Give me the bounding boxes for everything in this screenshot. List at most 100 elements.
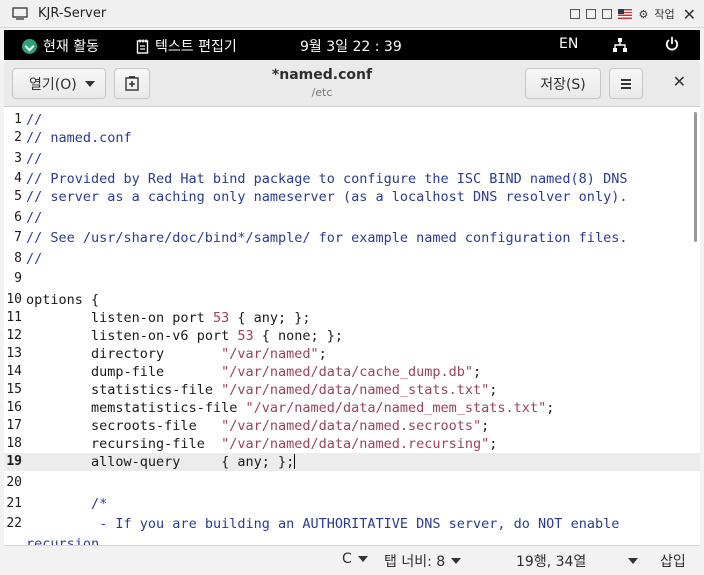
code-line[interactable]: 7 // See /usr/share/doc/bind*/sample/ for… <box>4 229 700 247</box>
code-token: listen-on-v6 port <box>26 328 238 344</box>
line-text: listen-on port 53 { any; }; <box>26 309 310 327</box>
document-title: *named.conf <box>271 67 373 83</box>
code-line[interactable]: 10 options { <box>4 291 700 309</box>
line-text: secroots-file "/var/named/data/named.sec… <box>26 417 489 435</box>
gear-icon[interactable]: ⚙ <box>638 8 648 21</box>
line-text: memstatistics-file "/var/named/data/name… <box>26 399 554 417</box>
code-line[interactable]: 4 // Provided by Red Hat bind package to … <box>4 170 700 188</box>
app-menu[interactable]: 텍스트 편집기 <box>136 36 237 56</box>
line-text: dump-file "/var/named/data/cache_dump.db… <box>26 363 481 381</box>
code-line[interactable]: 12 listen-on-v6 port 53 { none; }; <box>4 327 700 345</box>
vm-title: KJR-Server <box>38 6 107 21</box>
code-token: "/var/named/data/named.recursing" <box>221 436 490 452</box>
code-line[interactable]: 21 /* <box>4 495 700 513</box>
code-token: /* <box>26 496 108 512</box>
cursor-position[interactable]: 19행, 34열 <box>516 551 639 571</box>
keyboard-flag-icon[interactable] <box>618 9 633 19</box>
code-line[interactable]: 8 // <box>4 250 700 268</box>
code-line[interactable]: 13 directory "/var/named"; <box>4 345 700 363</box>
new-document-icon <box>125 75 139 91</box>
insert-mode[interactable]: 삽입 <box>660 551 686 571</box>
code-line[interactable]: 2 // named.conf <box>4 129 700 147</box>
close-icon[interactable]: ✕ <box>683 5 696 24</box>
line-number: 16 <box>6 400 22 415</box>
code-line[interactable]: 9 <box>4 270 700 288</box>
vm-controls: ⚙ 작업 ✕ <box>570 4 696 24</box>
code-line[interactable]: 19 allow-query { any; }; <box>4 453 700 471</box>
code-token: listen-on port <box>26 310 213 326</box>
chevron-down-icon <box>451 558 462 564</box>
headerbar: 열기(O) *named.conf /etc 저장(S) ✕ <box>4 60 700 107</box>
tab-width-label: 탭 너비: 8 <box>384 554 446 570</box>
code-token: memstatistics-file <box>26 400 246 416</box>
input-source-label: EN <box>559 36 579 52</box>
activities-icon <box>22 38 37 54</box>
code-line[interactable]: 1 // <box>4 111 700 129</box>
code-token: dump-file <box>26 364 222 380</box>
line-number: 21 <box>6 496 22 511</box>
language-selector[interactable]: C <box>342 551 368 567</box>
code-token: ; <box>489 382 498 398</box>
text-editor[interactable]: 1 // 2 // named.conf 3 // 4 // Provided by Red … <box>4 108 700 545</box>
code-line[interactable]: 3 // <box>4 150 700 168</box>
code-line[interactable]: 15 statistics-file "/var/named/data/name… <box>4 381 700 399</box>
code-token: "/var/named/data/named_stats.txt" <box>221 382 490 398</box>
line-number: 18 <box>6 436 22 451</box>
clock[interactable]: 9월 3일 22 : 39 <box>300 36 402 56</box>
scrollbar[interactable] <box>694 112 697 242</box>
save-button[interactable]: 저장(S) <box>525 68 601 99</box>
line-number: 3 <box>14 151 22 166</box>
chevron-down-icon <box>357 556 368 562</box>
code-line[interactable]: 17 secroots-file "/var/named/data/named.… <box>4 417 700 435</box>
minimize-icon[interactable] <box>586 9 597 19</box>
line-number: 11 <box>6 310 22 325</box>
insert-mode-label: 삽입 <box>660 554 686 570</box>
activities-label: 현재 활동 <box>43 39 99 55</box>
line-text: // <box>26 209 42 227</box>
line-number: 1 <box>14 112 22 127</box>
code-line[interactable]: 20 <box>4 474 700 492</box>
code-token: // <box>26 151 43 167</box>
code-line[interactable]: 22 - If you are building an AUTHORITATIV… <box>4 515 700 533</box>
code-token: "/var/named/data/cache_dump.db" <box>221 364 474 380</box>
code-token: ; <box>546 400 555 416</box>
restore-icon[interactable] <box>570 9 581 19</box>
line-number: 19 <box>6 454 22 469</box>
line-number: 4 <box>14 171 22 186</box>
tab-width-selector[interactable]: 탭 너비: 8 <box>384 551 462 571</box>
activities-button[interactable]: 현재 활동 <box>22 36 99 56</box>
line-number: 2 <box>14 130 22 145</box>
line-text: // named.conf <box>26 129 132 147</box>
document-path: /etc <box>311 86 333 99</box>
gedit-window: 열기(O) *named.conf /etc 저장(S) ✕ 1 // 2 // na… <box>4 60 700 575</box>
network-icon[interactable] <box>612 37 628 53</box>
vm-lang-label[interactable]: 작업 <box>654 6 674 22</box>
code-line[interactable]: 11 listen-on port 53 { any; }; <box>4 309 700 327</box>
new-document-button[interactable] <box>114 68 150 99</box>
line-text: // <box>26 111 42 129</box>
line-number: 10 <box>6 292 22 307</box>
code-line[interactable]: 6 // <box>4 209 700 227</box>
code-token: - If you are building an AUTHORITATIVE D… <box>26 516 620 532</box>
code-line[interactable]: 16 memstatistics-file "/var/named/data/n… <box>4 399 700 417</box>
line-number: 20 <box>6 475 22 490</box>
code-line[interactable]: recursion. <box>4 535 700 545</box>
code-token: ; <box>318 346 327 362</box>
line-number: 17 <box>6 418 22 433</box>
line-number: 5 <box>14 189 22 204</box>
input-source[interactable]: EN <box>559 36 578 52</box>
code-line[interactable]: 14 dump-file "/var/named/data/cache_dump… <box>4 363 700 381</box>
open-button[interactable]: 열기(O) <box>12 68 106 99</box>
code-line[interactable]: 18 recursing-file "/var/named/data/named… <box>4 435 700 453</box>
power-icon[interactable] <box>664 36 680 52</box>
code-line[interactable]: 5 // server as a caching only nameserver … <box>4 188 700 206</box>
close-window-icon[interactable]: ✕ <box>673 72 686 91</box>
line-number: 12 <box>6 328 22 343</box>
line-number: 14 <box>6 364 22 379</box>
code-token: { none; }; <box>253 328 344 344</box>
monitor-icon <box>12 7 28 20</box>
maximize-icon[interactable] <box>602 9 613 19</box>
line-number: 9 <box>14 271 22 286</box>
notepad-icon <box>136 39 149 54</box>
hamburger-menu-button[interactable] <box>609 68 643 99</box>
